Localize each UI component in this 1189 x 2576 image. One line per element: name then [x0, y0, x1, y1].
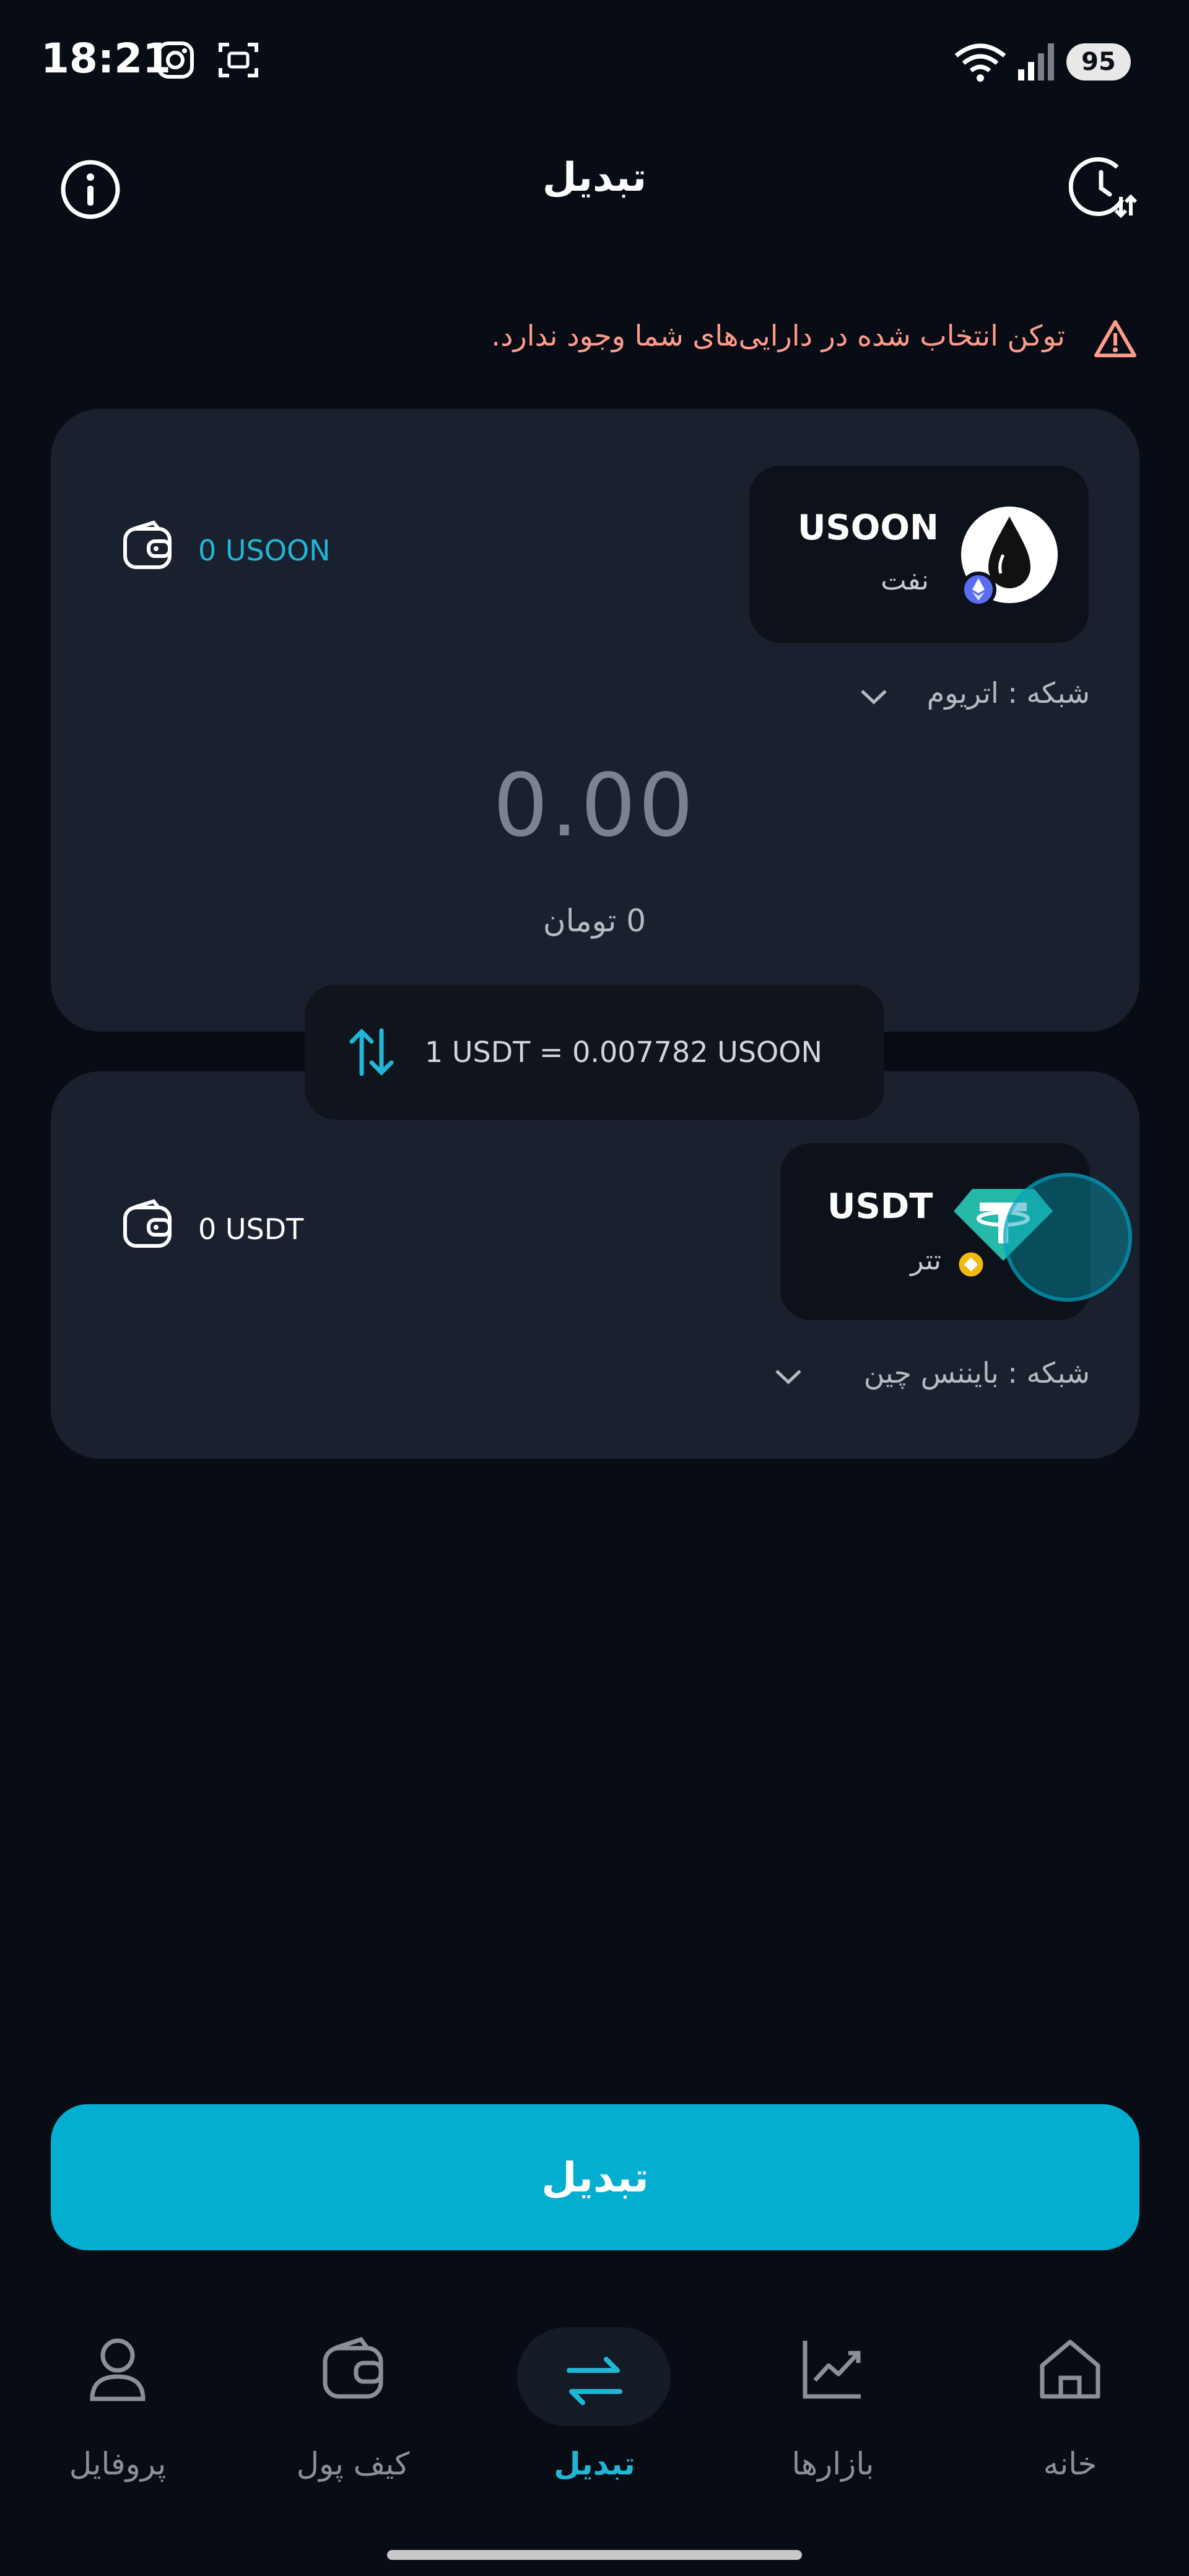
- warning-message: توکن انتخاب شده در دارایی‌های شما وجود ن…: [491, 319, 1065, 352]
- from-token-symbol: USOON: [798, 508, 939, 548]
- chevron-down-icon[interactable]: [773, 1366, 804, 1387]
- nav-label-home: خانه: [1043, 2446, 1097, 2482]
- nav-label-markets: بازارها: [791, 2446, 874, 2482]
- chevron-down-icon[interactable]: [858, 686, 889, 707]
- exchange-rate-text: 1 USDT = 0.007782 USOON: [425, 1035, 822, 1069]
- to-network-label: شبکه : بایننس چین: [863, 1356, 1090, 1390]
- from-token-balance: 0 USOON: [198, 534, 331, 567]
- to-token-name: تتر: [910, 1245, 941, 1276]
- swap-icon: [567, 2357, 622, 2405]
- to-token-balance: 0 USDT: [198, 1212, 304, 1246]
- to-wallet-icon: [123, 1199, 172, 1248]
- from-network-selector[interactable]: شبکه : اتریوم: [712, 676, 1090, 710]
- oil-token-icon: [960, 507, 1058, 607]
- home-icon: [1040, 2339, 1100, 2399]
- exchange-rate-pill: 1 USDT = 0.007782 USOON: [305, 985, 884, 1120]
- nav-item-wallet[interactable]: کیف پول: [260, 2334, 446, 2496]
- user-icon: [90, 2338, 146, 2401]
- wifi-icon: [954, 43, 1006, 82]
- to-network-selector[interactable]: شبکه : بایننس چین: [712, 1356, 1090, 1390]
- info-icon[interactable]: [59, 159, 121, 220]
- floating-assistive-button[interactable]: [1003, 1173, 1132, 1302]
- battery-indicator: 95: [1066, 43, 1131, 80]
- from-network-label: شبکه : اتریوم: [926, 676, 1090, 710]
- nav-label-swap: تبدیل: [554, 2446, 635, 2482]
- from-token-selector[interactable]: USOON نفت: [749, 466, 1089, 643]
- nav-item-profile[interactable]: پروفایل: [25, 2334, 211, 2496]
- page-title: تبدیل: [542, 155, 647, 201]
- home-indicator: [387, 2550, 802, 2560]
- nav-label-profile: پروفایل: [69, 2446, 167, 2482]
- screen-recorder-icon: [219, 43, 258, 77]
- chart-icon: [803, 2341, 861, 2399]
- swap-direction-icon[interactable]: [343, 1024, 399, 1080]
- nav-item-markets[interactable]: بازارها: [740, 2334, 926, 2496]
- instagram-icon: [157, 41, 194, 79]
- from-token-name: نفت: [881, 565, 929, 596]
- warning-icon: [1094, 320, 1136, 357]
- nav-item-home[interactable]: خانه: [977, 2334, 1163, 2496]
- to-token-symbol: USDT: [827, 1186, 933, 1227]
- from-amount-input[interactable]: 0.00: [285, 755, 904, 856]
- swap-button[interactable]: تبدیل: [51, 2104, 1139, 2250]
- toman-value: 0 تومان: [542, 903, 647, 939]
- status-time: 18:21: [41, 35, 172, 82]
- wallet-icon: [323, 2336, 383, 2399]
- history-icon[interactable]: [1069, 154, 1137, 222]
- signal-icon: [1018, 43, 1054, 80]
- nav-label-wallet: کیف پول: [296, 2446, 410, 2482]
- from-wallet-icon: [123, 520, 172, 569]
- nav-item-swap[interactable]: تبدیل: [502, 2334, 687, 2496]
